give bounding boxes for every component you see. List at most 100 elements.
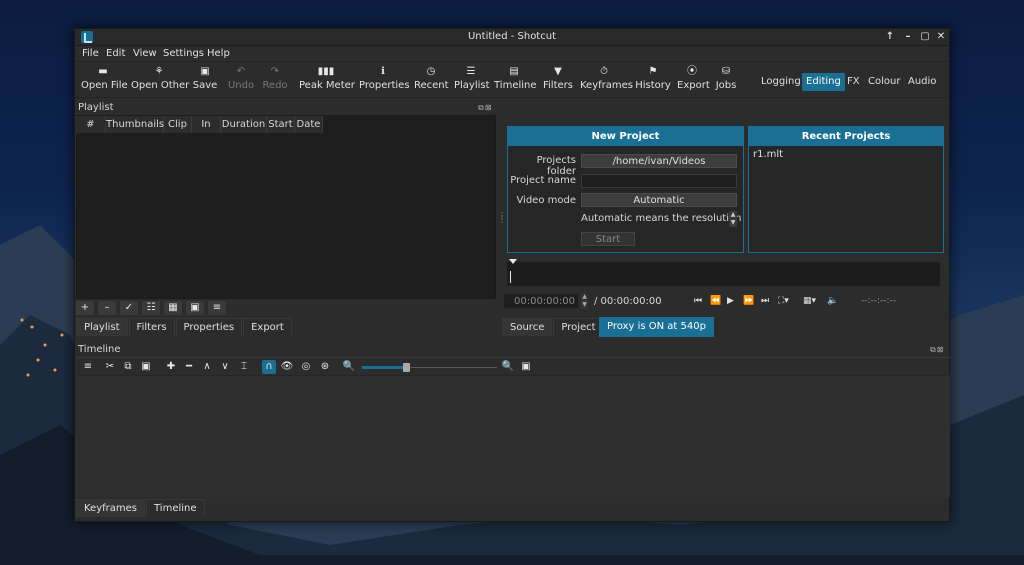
save-icon: ▣ xyxy=(200,66,210,77)
video-mode-select[interactable]: Automatic xyxy=(581,193,737,207)
menu-bar: File Edit View Settings Help xyxy=(75,46,949,62)
total-timecode: / 00:00:00:00 xyxy=(594,296,662,307)
playlist-dock-buttons[interactable]: ⧉⊠ xyxy=(478,103,492,113)
tab-export[interactable]: Export xyxy=(243,318,292,336)
fast-forward-icon[interactable]: ⏩ xyxy=(743,296,754,306)
menu-file[interactable]: File xyxy=(82,48,99,59)
col-number[interactable]: # xyxy=(76,116,106,133)
ripple-delete-icon[interactable]: ━ xyxy=(182,360,196,374)
tab-properties[interactable]: Properties xyxy=(175,318,243,336)
recent-button[interactable]: ◷ Recent xyxy=(414,64,449,96)
tab-source[interactable]: Source xyxy=(502,318,553,336)
note-scroll-icon[interactable]: ▲ ▼ xyxy=(729,211,737,227)
playlist-list[interactable] xyxy=(76,115,496,299)
start-button[interactable]: Start xyxy=(581,232,635,246)
history-button[interactable]: ⚑ History xyxy=(635,64,671,96)
layout-fx[interactable]: FX xyxy=(843,73,864,91)
check-icon[interactable]: ✓ xyxy=(120,301,138,315)
tab-playlist[interactable]: Playlist xyxy=(76,318,128,336)
paste-icon[interactable]: ▣ xyxy=(139,360,153,374)
zoom-in-icon[interactable]: 🔍 xyxy=(501,360,515,374)
menu-settings[interactable]: Settings xyxy=(163,48,204,59)
playhead-marker-icon[interactable] xyxy=(509,259,517,264)
tab-timeline[interactable]: Timeline xyxy=(146,499,205,517)
playlist-button[interactable]: ☰ Playlist xyxy=(454,64,490,96)
timeline-dock-title: Timeline xyxy=(78,344,121,355)
zoom-out-icon[interactable]: 🔍 xyxy=(342,360,356,374)
icons-view-icon[interactable]: ▣ xyxy=(186,301,204,315)
scrub-drag-icon[interactable]: 👁 xyxy=(280,360,294,374)
col-date[interactable]: Date xyxy=(295,116,323,133)
redo-button[interactable]: ↷ Redo xyxy=(261,64,289,96)
undo-button[interactable]: ↶ Undo xyxy=(227,64,255,96)
tab-project[interactable]: Project xyxy=(553,318,604,336)
zoom-slider-track[interactable] xyxy=(407,367,497,368)
playlist-menu-icon[interactable]: ≡ xyxy=(208,301,226,315)
grid-icon[interactable]: ▦▾ xyxy=(803,296,816,306)
col-duration[interactable]: Duration xyxy=(221,116,267,133)
skip-to-end-icon[interactable]: ⏭ xyxy=(761,296,769,306)
col-in[interactable]: In xyxy=(192,116,221,133)
export-button[interactable]: ⦿ Export xyxy=(677,64,710,96)
minimize-icon[interactable]: – xyxy=(901,30,915,44)
maximize-icon[interactable]: ▢ xyxy=(918,30,932,44)
col-clip[interactable]: Clip xyxy=(164,116,192,133)
clock-icon: ◷ xyxy=(426,66,436,77)
split-icon[interactable]: ⌶ xyxy=(237,360,251,374)
proxy-status-button[interactable]: Proxy is ON at 540p xyxy=(599,317,714,337)
properties-button[interactable]: ℹ Properties xyxy=(359,64,410,96)
snap-icon[interactable]: ∩ xyxy=(262,360,276,374)
layout-colour[interactable]: Colour xyxy=(864,73,904,91)
redo-icon: ↷ xyxy=(270,66,280,77)
play-icon[interactable]: ▶ xyxy=(727,296,734,306)
open-other-button[interactable]: ⚘ Open Other xyxy=(131,64,189,96)
zoom-slider-handle[interactable] xyxy=(403,363,410,372)
col-start[interactable]: Start xyxy=(267,116,295,133)
menu-help[interactable]: Help xyxy=(207,48,230,59)
layout-logging[interactable]: Logging xyxy=(757,73,805,91)
timeline-menu-icon[interactable]: ≡ xyxy=(81,360,95,374)
rewind-icon[interactable]: ⏪ xyxy=(710,296,721,306)
details-view-icon[interactable]: ☷ xyxy=(142,301,160,315)
col-thumbnails[interactable]: Thumbnails xyxy=(106,116,164,133)
append-icon[interactable]: ✚ xyxy=(164,360,178,374)
zoom-fit-timeline-icon[interactable]: ▣ xyxy=(519,360,533,374)
menu-view[interactable]: View xyxy=(133,48,157,59)
add-icon[interactable]: + xyxy=(76,301,94,315)
tab-keyframes[interactable]: Keyframes xyxy=(76,499,145,517)
timeline-button[interactable]: ▤ Timeline xyxy=(494,64,537,96)
recent-project-item[interactable]: r1.mlt xyxy=(749,146,943,163)
timeline-tracks-area[interactable] xyxy=(76,375,950,497)
ripple-all-icon[interactable]: ⊛ xyxy=(318,360,332,374)
close-icon[interactable]: ✕ xyxy=(934,30,948,44)
save-button[interactable]: ▣ Save xyxy=(191,64,219,96)
overwrite-icon[interactable]: ∨ xyxy=(218,360,232,374)
keep-above-icon[interactable]: ↑ xyxy=(883,30,897,44)
filters-button[interactable]: ▼ Filters xyxy=(542,64,574,96)
timecode-spin-icon[interactable]: ▲ ▼ xyxy=(581,293,588,309)
timeline-dock-buttons[interactable]: ⧉⊠ xyxy=(930,345,944,355)
dock-splitter[interactable]: ⋮ ⋮ xyxy=(498,212,506,228)
lift-icon[interactable]: ∧ xyxy=(200,360,214,374)
projects-folder-button[interactable]: /home/ivan/Videos xyxy=(581,154,737,168)
tiles-view-icon[interactable]: ▦ xyxy=(164,301,182,315)
remove-icon[interactable]: – xyxy=(98,301,116,315)
copy-icon[interactable]: ⧉ xyxy=(121,360,135,374)
timeline-scrubber[interactable] xyxy=(507,262,940,286)
current-timecode[interactable]: 00:00:00:00 xyxy=(503,293,579,309)
zoom-fit-icon[interactable]: ⛶▾ xyxy=(778,296,789,306)
open-file-button[interactable]: ▬ Open File xyxy=(81,64,128,96)
new-project-panel: New Project Projects folder /home/ivan/V… xyxy=(507,126,744,253)
peak-meter-button[interactable]: ▮▮▮ Peak Meter xyxy=(299,64,355,96)
layout-editing[interactable]: Editing xyxy=(802,73,845,91)
skip-to-start-icon[interactable]: ⏮ xyxy=(694,296,702,306)
menu-edit[interactable]: Edit xyxy=(106,48,125,59)
project-name-input[interactable] xyxy=(581,174,737,188)
layout-audio[interactable]: Audio xyxy=(904,73,940,91)
cut-icon[interactable]: ✂ xyxy=(103,360,117,374)
ripple-icon[interactable]: ◎ xyxy=(299,360,313,374)
keyframes-button[interactable]: ⏱ Keyframes xyxy=(580,64,633,96)
tab-filters[interactable]: Filters xyxy=(128,318,175,336)
jobs-button[interactable]: ⛁ Jobs xyxy=(713,64,739,96)
volume-icon[interactable]: 🔈 xyxy=(827,296,838,306)
